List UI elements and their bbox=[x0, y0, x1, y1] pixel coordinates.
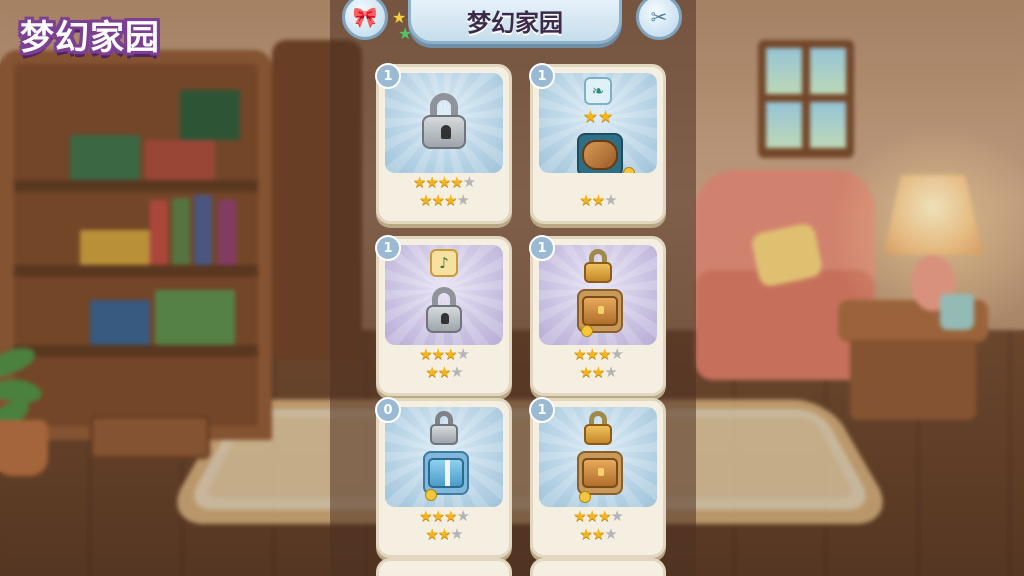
star-rating-top: ★★★★ bbox=[573, 345, 624, 363]
level-card-2[interactable]: 1 ❧ ★★ ★★★ bbox=[529, 63, 666, 224]
tools-icon: ✂ bbox=[650, 5, 668, 29]
star-rating-bottom: ★★★ bbox=[579, 363, 617, 381]
level-badge: 1 bbox=[529, 397, 555, 423]
star-rating-bottom: ★★★ bbox=[425, 525, 463, 543]
card-art bbox=[539, 245, 657, 345]
gold-padlock-icon bbox=[584, 411, 612, 445]
level-badge: 0 bbox=[375, 397, 401, 423]
level-card-1[interactable]: 1 ★★★★★ ★★★★ bbox=[375, 63, 512, 224]
title-plate: 梦幻家园 bbox=[408, 0, 622, 44]
star-rating-bottom: ★★★ bbox=[579, 525, 617, 543]
card-art: ♪ bbox=[385, 245, 503, 345]
header-bar: 🎀 ★ ★ 梦幻家园 ✂ bbox=[340, 0, 686, 46]
star-rating-top: ★★★★ bbox=[419, 507, 470, 525]
star-rating-top: ★★★★ bbox=[573, 507, 624, 525]
card-art bbox=[385, 407, 503, 507]
game-logo: 梦幻家园 bbox=[12, 8, 168, 61]
ribbon-button[interactable]: 🎀 bbox=[342, 0, 388, 40]
card-art: ❧ ★★ bbox=[539, 73, 657, 173]
logo-text: 梦幻家园 bbox=[20, 18, 160, 58]
level-card-6[interactable]: 1 ★★★★ ★★★ bbox=[529, 397, 666, 558]
page-title: 梦幻家园 bbox=[467, 8, 563, 37]
level-card-5[interactable]: 0 ★★★★ ★★★ bbox=[375, 397, 512, 558]
card-art bbox=[539, 407, 657, 507]
coin-icon bbox=[579, 491, 591, 503]
hint-stars: ★★ bbox=[582, 107, 614, 127]
level-badge: 1 bbox=[529, 63, 555, 89]
coin-icon bbox=[425, 489, 437, 501]
level-card-7-partial[interactable] bbox=[376, 558, 512, 576]
treasure-chest-icon bbox=[577, 451, 623, 495]
star-rating-top: ★★★★ bbox=[419, 345, 470, 363]
star-rating-bottom: ★★★★ bbox=[419, 191, 470, 209]
coin-icon bbox=[581, 325, 593, 337]
ribbon-icon: 🎀 bbox=[352, 5, 378, 29]
gold-padlock-icon bbox=[584, 249, 612, 283]
padlock-icon bbox=[422, 93, 466, 149]
leaf-icon: ❧ bbox=[584, 77, 612, 105]
level-badge: 1 bbox=[529, 235, 555, 261]
padlock-icon bbox=[426, 287, 462, 333]
music-note-icon: ♪ bbox=[430, 249, 458, 277]
padlock-icon bbox=[430, 411, 458, 445]
scarf-item-icon bbox=[577, 133, 623, 173]
star-rating-bottom: ★★★ bbox=[579, 191, 617, 209]
level-card-3[interactable]: 1 ♪ ★★★★ ★★★ bbox=[375, 235, 512, 396]
star-rating-top: ★★★★★ bbox=[412, 173, 476, 191]
star-rating-bottom: ★★★ bbox=[425, 363, 463, 381]
level-card-8-partial[interactable] bbox=[530, 558, 666, 576]
card-art bbox=[385, 73, 503, 173]
level-card-4[interactable]: 1 ★★★★ ★★★ bbox=[529, 235, 666, 396]
tools-button[interactable]: ✂ bbox=[636, 0, 682, 40]
level-badge: 1 bbox=[375, 63, 401, 89]
level-badge: 1 bbox=[375, 235, 401, 261]
coin-icon bbox=[623, 167, 635, 173]
